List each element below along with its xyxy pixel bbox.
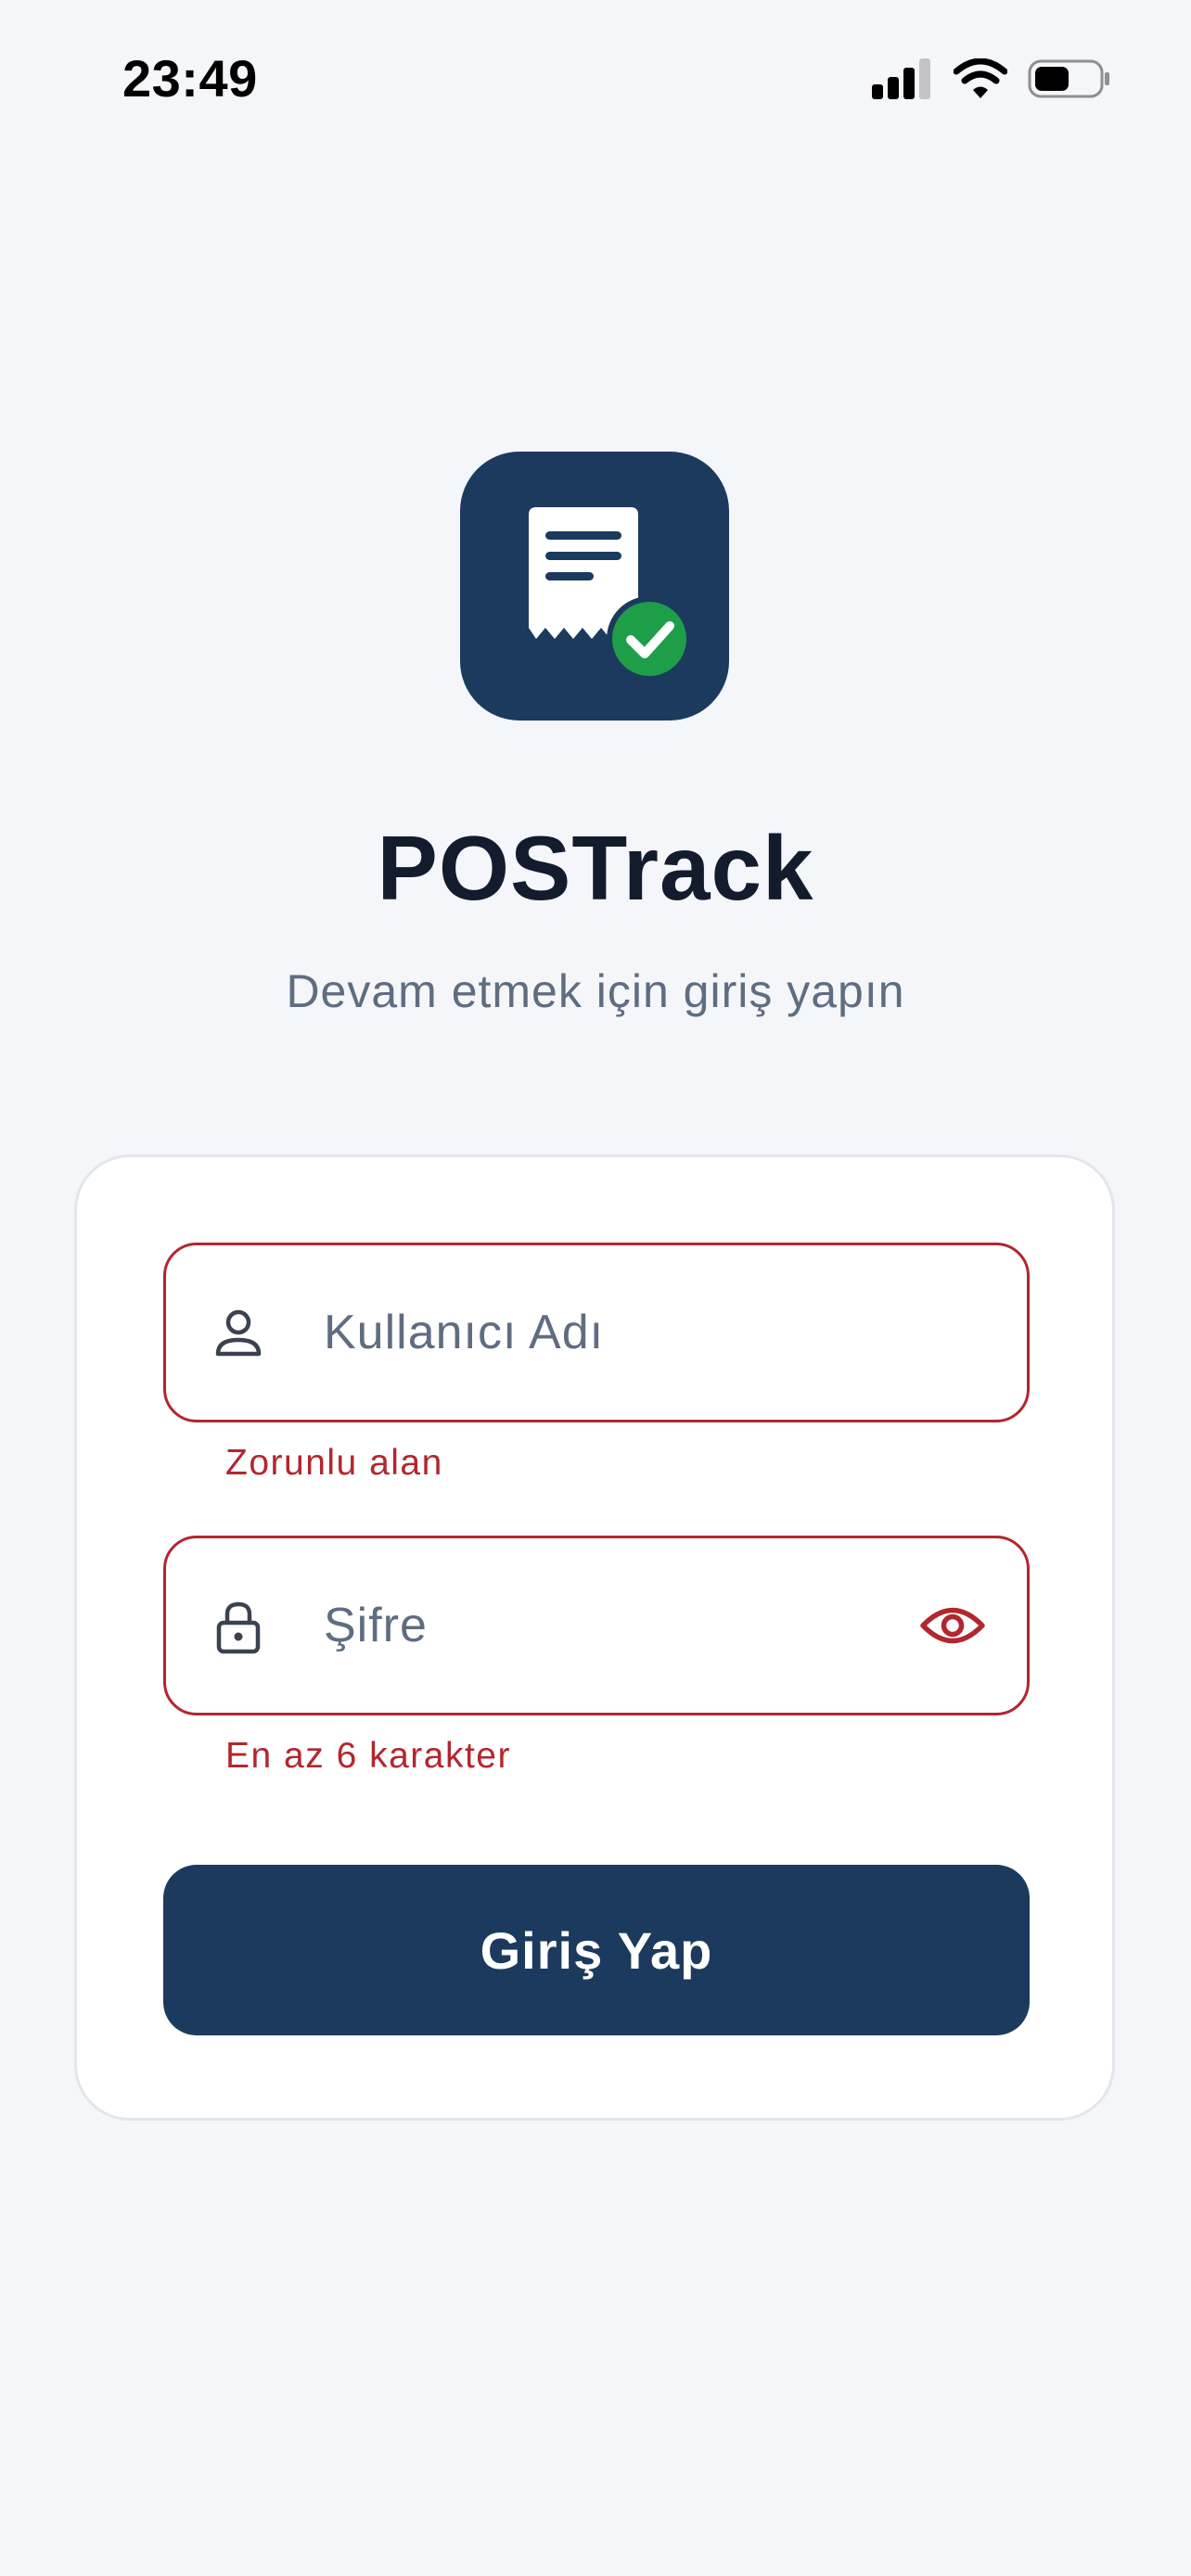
status-bar: 23:49	[0, 0, 1191, 158]
login-button[interactable]: Giriş Yap	[163, 1865, 1030, 2035]
password-field[interactable]	[163, 1536, 1030, 1715]
username-field[interactable]	[163, 1243, 1030, 1422]
status-icons	[872, 54, 1111, 104]
user-icon	[211, 1306, 266, 1361]
username-input[interactable]	[324, 1245, 899, 1420]
lock-icon	[211, 1599, 266, 1654]
wifi-icon	[954, 58, 1007, 99]
app-title: POSTrack	[377, 817, 814, 919]
username-error-text: Zorunlu alan	[225, 1443, 443, 1483]
status-time: 23:49	[122, 49, 258, 108]
app-logo-receipt-check-icon	[460, 452, 729, 721]
battery-icon	[1028, 58, 1111, 99]
password-error-text: En az 6 karakter	[225, 1736, 511, 1776]
cellular-signal-icon	[872, 58, 933, 99]
show-password-eye-icon[interactable]	[914, 1587, 992, 1664]
login-card: Zorunlu alan En az 6 karakter Giriş Yap	[74, 1154, 1115, 2121]
app-subtitle: Devam etmek için giriş yapın	[286, 965, 905, 1017]
password-input[interactable]	[324, 1538, 899, 1713]
